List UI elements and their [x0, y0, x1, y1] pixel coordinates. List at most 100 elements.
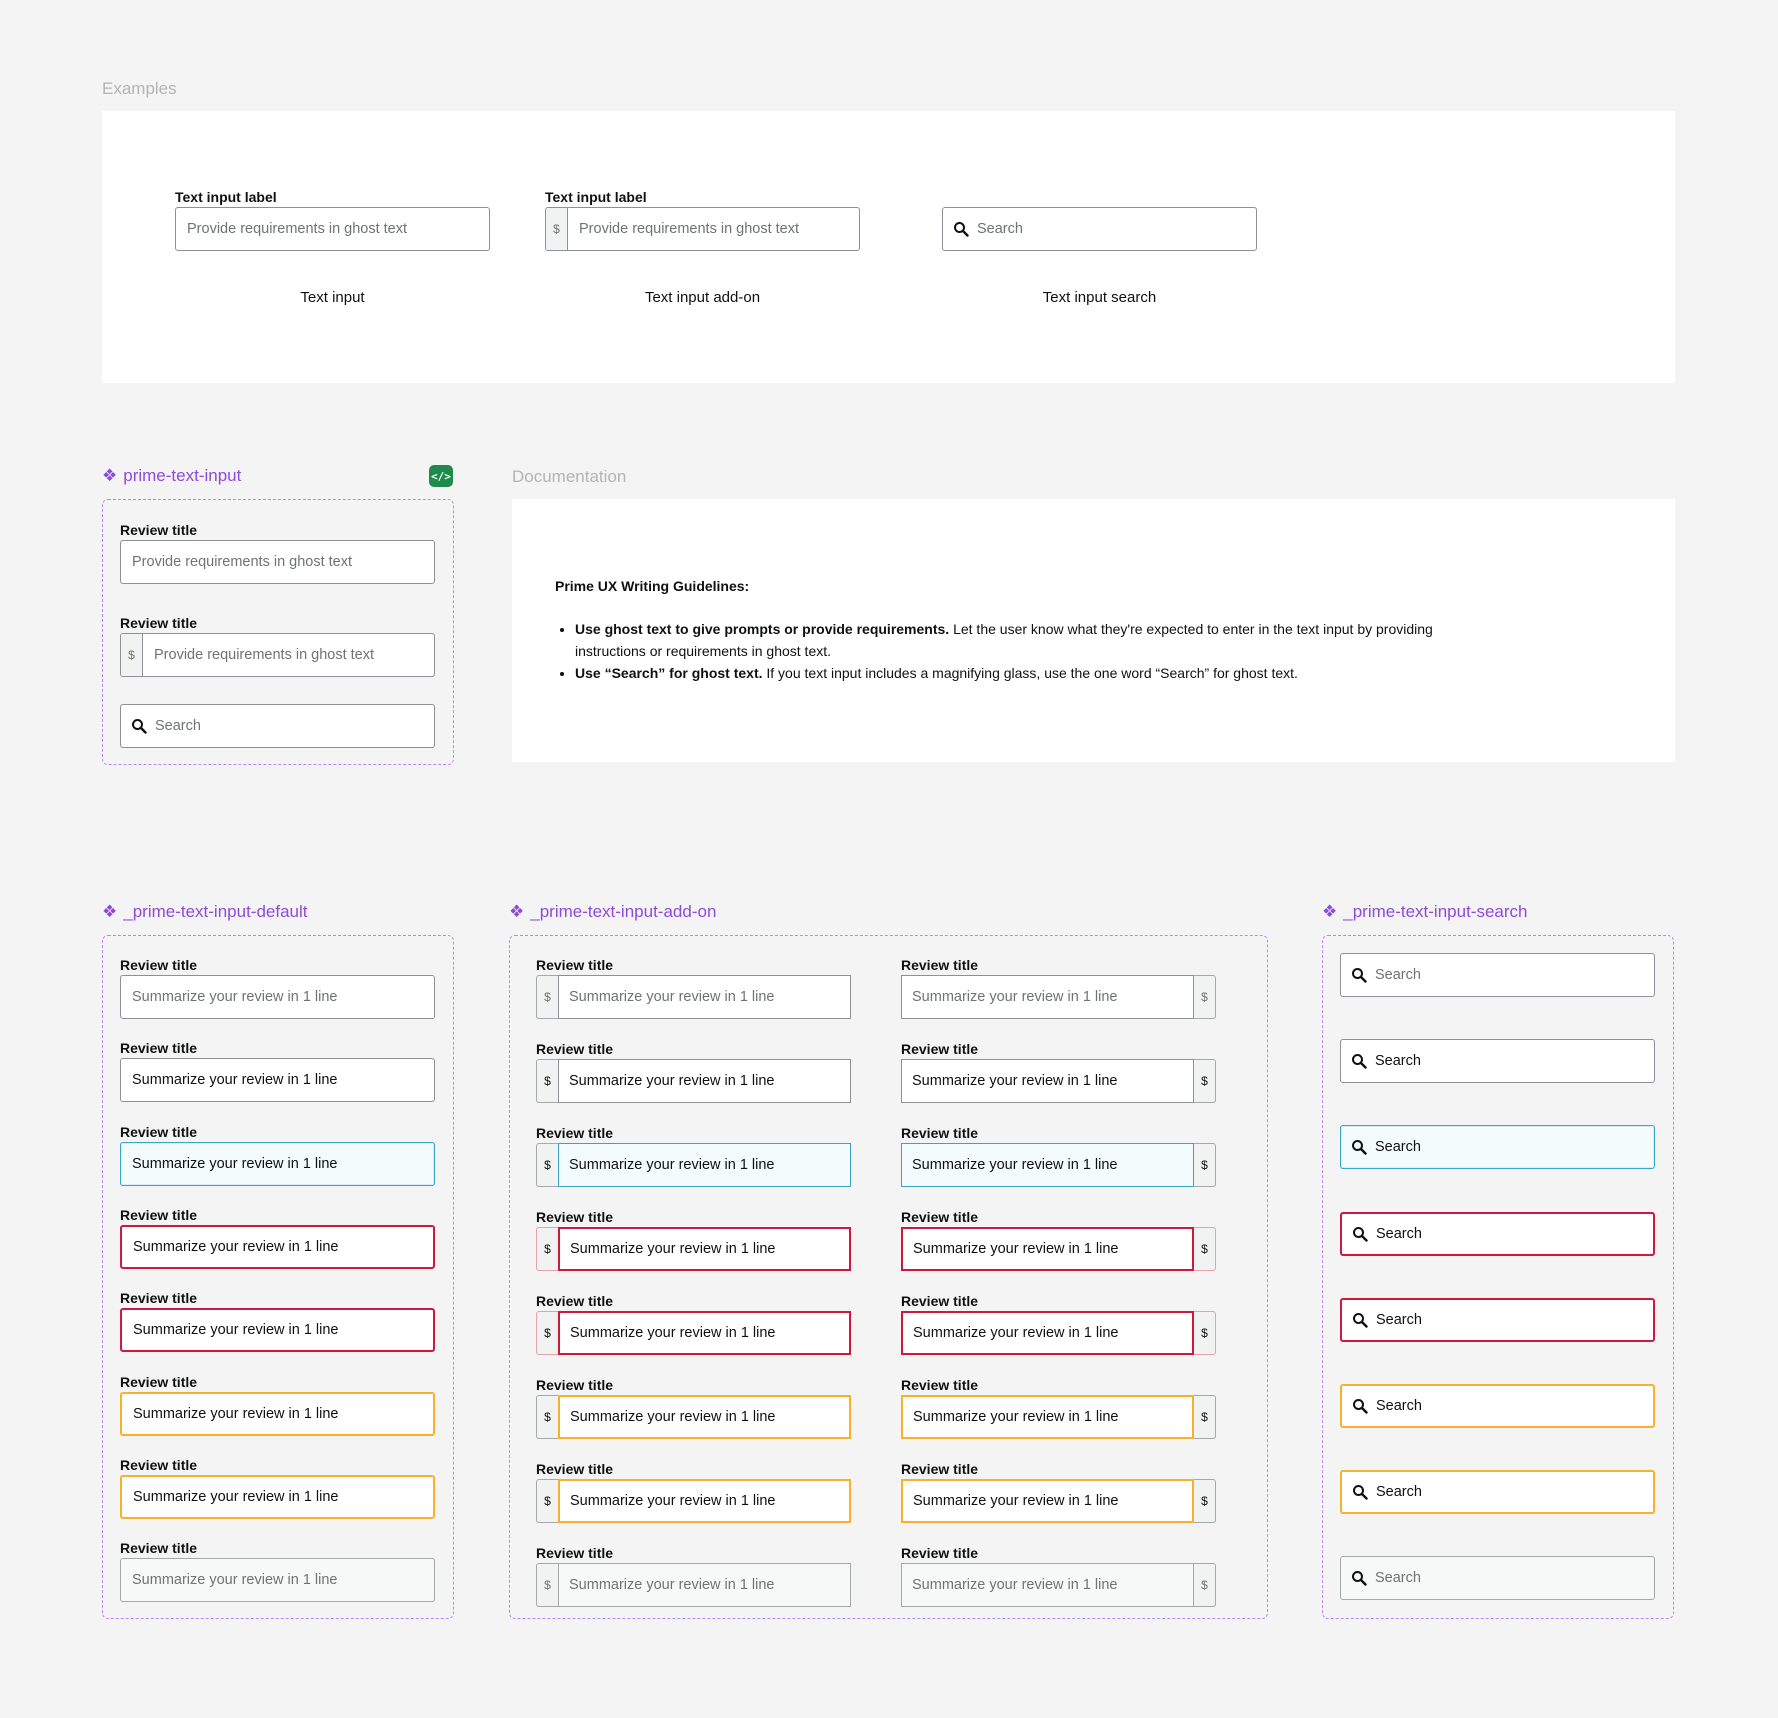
dollar-addon: $: [536, 1479, 558, 1523]
input-value: Summarize your review in 1 line: [913, 1493, 1119, 1509]
search-input-warn[interactable]: Search: [1340, 1384, 1655, 1428]
addon-input-right-warn[interactable]: Summarize your review in 1 line $: [901, 1479, 1216, 1523]
input-value: Summarize your review in 1 line: [912, 1157, 1118, 1173]
example-search-placeholder: Search: [977, 221, 1023, 237]
search-input-disabled[interactable]: Search: [1340, 1556, 1655, 1601]
search-placeholder: Search: [1376, 1398, 1422, 1414]
field-label: Review title: [901, 1125, 979, 1141]
text-input-error[interactable]: Summarize your review in 1 line: [120, 1308, 435, 1353]
documentation-section-title: Documentation: [512, 467, 627, 486]
text-input-ghost[interactable]: Summarize your review in 1 line: [120, 975, 435, 1019]
search-input-filled[interactable]: Search: [1340, 1039, 1655, 1084]
addon-input-right-warn[interactable]: Summarize your review in 1 line $: [901, 1395, 1216, 1439]
input-value: Summarize your review in 1 line: [569, 1157, 775, 1173]
field-label: Review title: [901, 1041, 979, 1057]
field-label: Review title: [120, 1540, 198, 1557]
doc-heading: Prime UX Writing Guidelines:: [555, 578, 750, 594]
addon-input-left-ghost[interactable]: $ Summarize your review in 1 line: [536, 975, 851, 1019]
addon-input-left-filled[interactable]: $ Summarize your review in 1 line: [536, 1059, 851, 1103]
text-input-filled[interactable]: Summarize your review in 1 line: [120, 1058, 435, 1103]
field-label: Review title: [536, 1293, 614, 1309]
dollar-addon: $: [536, 1059, 558, 1103]
text-input-error[interactable]: Summarize your review in 1 line: [120, 1224, 435, 1269]
prime-text-input-field[interactable]: Provide requirements in ghost text: [120, 540, 435, 584]
input-value: Summarize your review in 1 line: [570, 1409, 776, 1425]
field-label: Review title: [536, 1545, 614, 1561]
prime-label-2: Review title: [120, 615, 198, 631]
addon-input-right-ghost[interactable]: Summarize your review in 1 line $: [901, 975, 1216, 1019]
dollar-addon: $: [536, 1563, 558, 1607]
search-placeholder: Search: [1375, 1139, 1421, 1156]
dollar-addon: $: [1194, 1479, 1216, 1523]
text-input-focus[interactable]: Summarize your review in 1 line: [120, 1141, 435, 1186]
field-label: Review title: [120, 1373, 198, 1390]
doc-guidelines-list: Use ghost text to give prompts or provid…: [555, 618, 1435, 684]
dollar-addon: $: [536, 1143, 558, 1187]
search-input-error[interactable]: Search: [1340, 1297, 1655, 1342]
example-search-input[interactable]: Search: [942, 207, 1257, 251]
doc-bullet-bold: Use “Search” for ghost text.: [575, 665, 763, 681]
search-input-ghost[interactable]: Search: [1340, 953, 1655, 997]
search-icon: [1353, 1399, 1368, 1414]
example-addon-input[interactable]: $ Provide requirements in ghost text: [545, 207, 860, 251]
text-input-disabled[interactable]: Summarize your review in 1 line: [120, 1558, 435, 1603]
example-text-input[interactable]: Provide requirements in ghost text: [175, 207, 490, 251]
addon-input-left-focus[interactable]: $ Summarize your review in 1 line: [536, 1143, 851, 1187]
search-placeholder: Search: [1375, 1053, 1421, 1070]
addon-field: Summarize your review in 1 line: [558, 1479, 851, 1523]
code-icon[interactable]: </>: [429, 465, 453, 487]
search-placeholder: Search: [1375, 967, 1421, 983]
prime-addon-field[interactable]: $ Provide requirements in ghost text: [120, 633, 435, 677]
addon-field: Summarize your review in 1 line: [558, 1227, 851, 1271]
prime-search-field[interactable]: Search: [120, 704, 435, 748]
addon-input-left-warn[interactable]: $ Summarize your review in 1 line: [536, 1479, 851, 1523]
doc-bullet-text: If you text input includes a magnifying …: [762, 665, 1298, 681]
search-input-warn[interactable]: Search: [1340, 1470, 1655, 1515]
examples-section-title: Examples: [102, 79, 177, 98]
input-value: Summarize your review in 1 line: [132, 989, 338, 1005]
addon-input-left-error[interactable]: $ Summarize your review in 1 line: [536, 1227, 851, 1271]
dollar-addon: $: [121, 634, 143, 676]
text-input-warn[interactable]: Summarize your review in 1 line: [120, 1391, 435, 1436]
input-value: Summarize your review in 1 line: [133, 1322, 339, 1339]
search-placeholder: Search: [1376, 1225, 1422, 1242]
field-label: Review title: [536, 1461, 614, 1477]
field-label: Review title: [901, 1377, 979, 1393]
addon-field: Summarize your review in 1 line: [558, 1563, 851, 1607]
input-value: Summarize your review in 1 line: [913, 1409, 1119, 1425]
addon-field: Summarize your review in 1 line: [558, 1311, 851, 1355]
field-label: Review title: [536, 1041, 614, 1057]
search-input-error[interactable]: Search: [1340, 1211, 1655, 1256]
addon-component-title: ❖ _prime-text-input-add-on: [509, 902, 716, 922]
field-label: Review title: [120, 1206, 198, 1223]
doc-bullet: Use ghost text to give prompts or provid…: [575, 618, 1435, 662]
addon-field: Summarize your review in 1 line: [558, 975, 851, 1019]
search-icon: [1352, 1571, 1367, 1587]
dollar-addon: $: [1194, 975, 1216, 1019]
input-value: Summarize your review in 1 line: [133, 1238, 339, 1255]
text-input-warn[interactable]: Summarize your review in 1 line: [120, 1474, 435, 1519]
field-label: Review title: [120, 957, 198, 973]
addon-input-right-focus[interactable]: Summarize your review in 1 line $: [901, 1143, 1216, 1187]
field-label: Review title: [901, 1293, 979, 1309]
example-addon-label: Text input label: [545, 189, 647, 205]
dollar-addon: $: [536, 1395, 558, 1439]
example-caption-text-input: Text input: [300, 289, 365, 306]
input-value: Summarize your review in 1 line: [912, 1073, 1118, 1089]
addon-input-left-error[interactable]: $ Summarize your review in 1 line: [536, 1311, 851, 1355]
search-input-focus[interactable]: Search: [1340, 1125, 1655, 1170]
addon-input-right-filled[interactable]: Summarize your review in 1 line $: [901, 1059, 1216, 1103]
dollar-addon: $: [536, 1311, 558, 1355]
addon-input-right-error[interactable]: Summarize your review in 1 line $: [901, 1311, 1216, 1355]
search-icon: [1352, 1140, 1367, 1156]
addon-field: Summarize your review in 1 line: [558, 1395, 851, 1439]
addon-input-left-warn[interactable]: $ Summarize your review in 1 line: [536, 1395, 851, 1439]
input-value: Summarize your review in 1 line: [912, 989, 1118, 1005]
field-label: Review title: [536, 1125, 614, 1141]
doc-bullet: Use “Search” for ghost text. If you text…: [575, 662, 1435, 684]
addon-input-left-disabled[interactable]: $ Summarize your review in 1 line: [536, 1563, 851, 1607]
addon-input-right-disabled[interactable]: Summarize your review in 1 line $: [901, 1563, 1216, 1607]
addon-input-right-error[interactable]: Summarize your review in 1 line $: [901, 1227, 1216, 1271]
prime-search-placeholder: Search: [155, 718, 201, 734]
input-value: Summarize your review in 1 line: [570, 1325, 776, 1341]
